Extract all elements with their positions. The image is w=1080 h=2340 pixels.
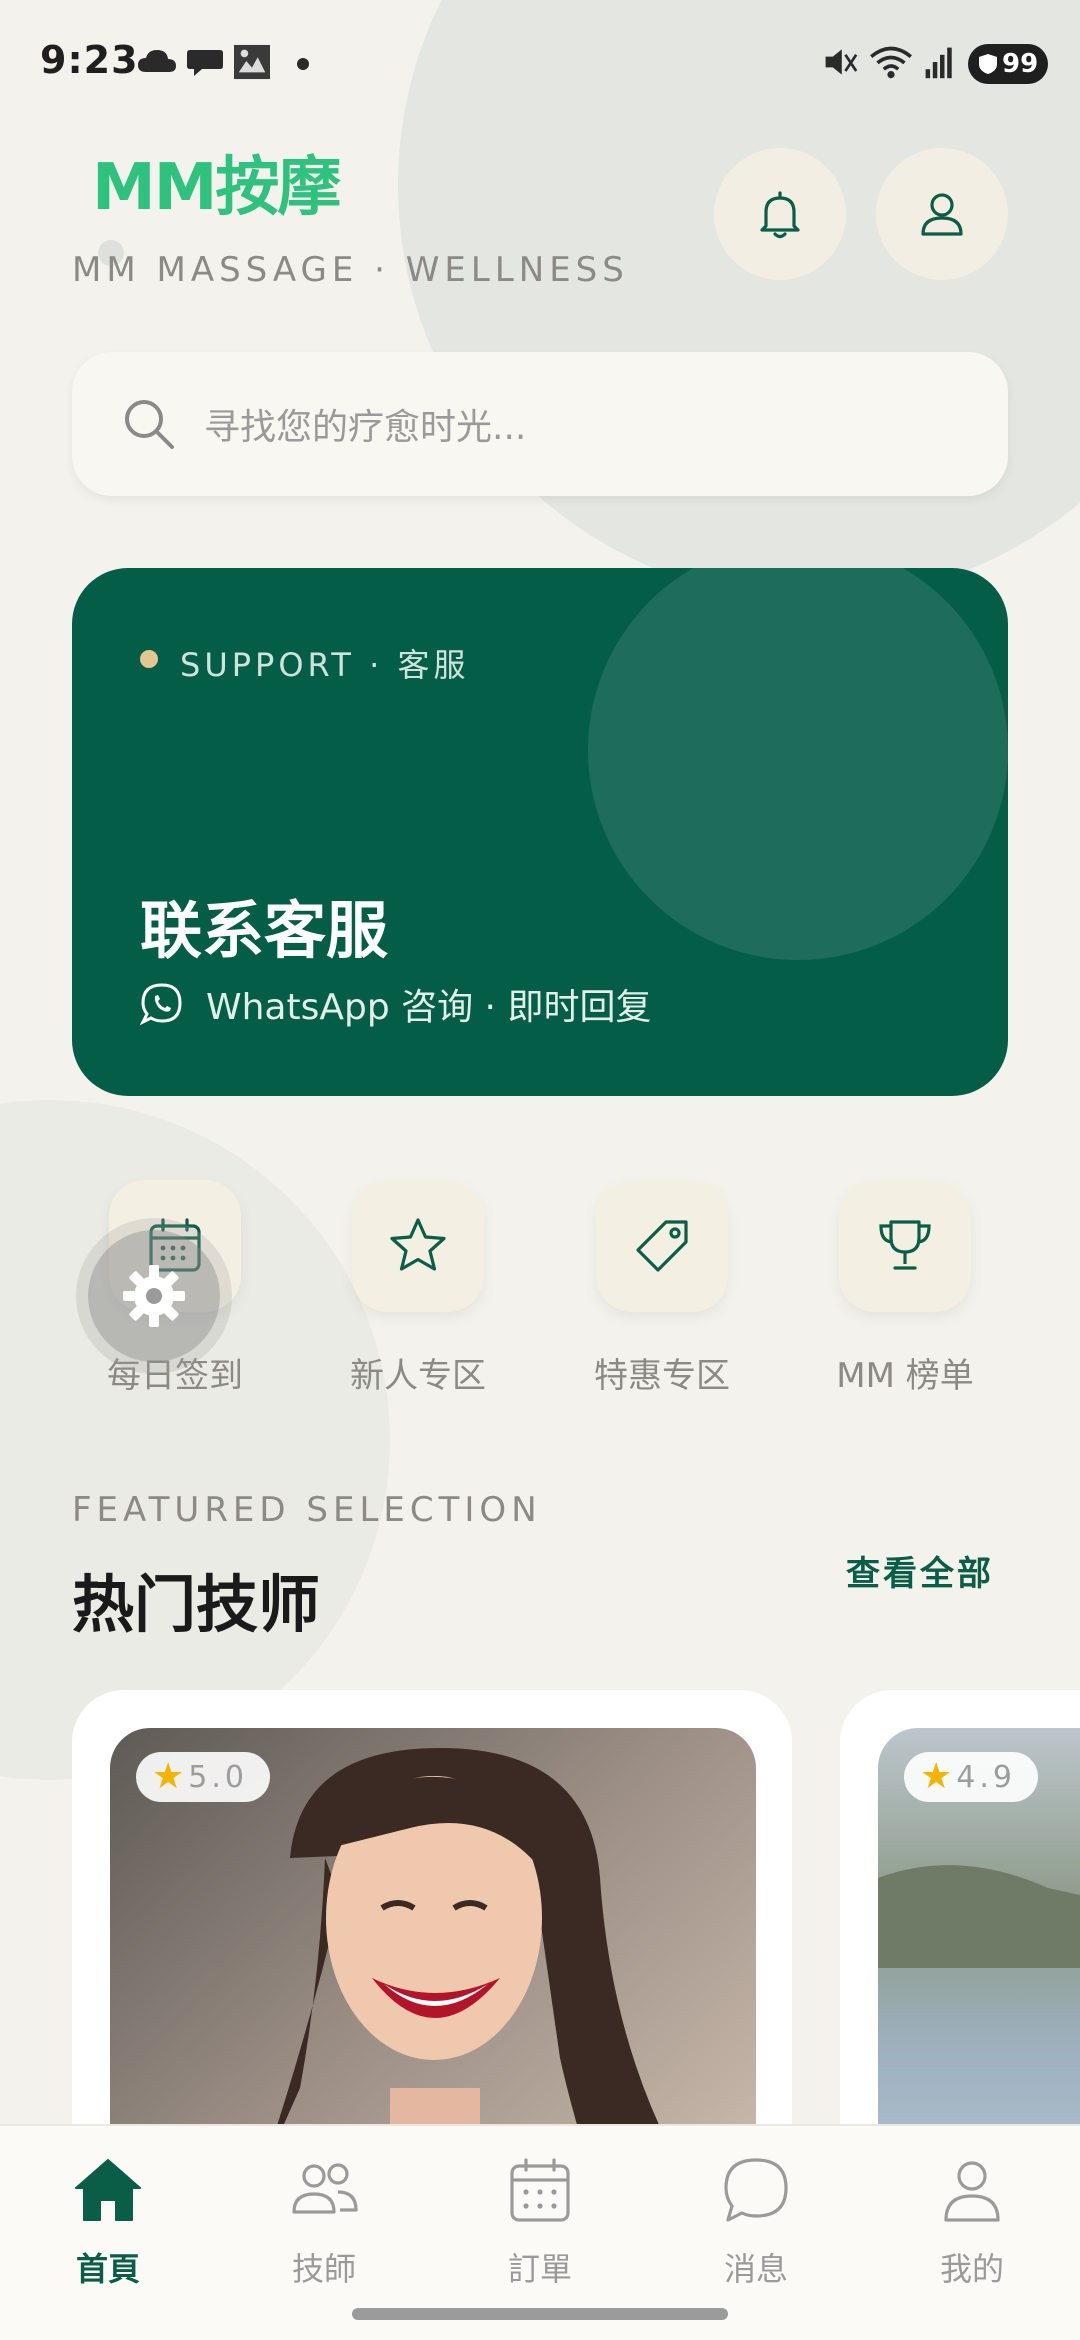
quick-action-icon-box bbox=[596, 1180, 728, 1312]
status-time: 9:23 bbox=[40, 38, 139, 82]
battery-level: 99 bbox=[1002, 49, 1039, 79]
user-icon bbox=[944, 2161, 1000, 2222]
quick-action-ranking[interactable]: MM 榜单 bbox=[830, 1180, 980, 1397]
home-indicator[interactable] bbox=[352, 2308, 728, 2320]
profile-button[interactable] bbox=[876, 148, 1008, 280]
star-icon: ★ bbox=[920, 1756, 953, 1797]
quick-action-label: 新人专区 bbox=[350, 1356, 486, 1396]
quick-action-newcomer[interactable]: 新人专区 bbox=[343, 1180, 493, 1397]
wifi-icon bbox=[870, 46, 912, 79]
user-icon bbox=[921, 193, 963, 236]
nav-label: 我的 bbox=[939, 2250, 1004, 2288]
nav-label: 技師 bbox=[291, 2250, 356, 2288]
logo-text: MM按摩 bbox=[92, 151, 341, 225]
app-logo: MM按摩 bbox=[92, 148, 341, 228]
image-notification-icon bbox=[234, 44, 270, 80]
bell-icon bbox=[760, 191, 800, 239]
calendar-icon bbox=[510, 2158, 570, 2222]
rating-value: 4.9 bbox=[956, 1759, 1016, 1795]
cloud-icon bbox=[138, 50, 176, 72]
users-icon bbox=[292, 2163, 358, 2214]
home-icon bbox=[75, 2159, 141, 2221]
support-dot bbox=[140, 650, 158, 668]
featured-title: 热门技师 bbox=[72, 1568, 321, 1641]
gear-icon bbox=[123, 1265, 185, 1327]
nav-label: 首頁 bbox=[75, 2250, 140, 2288]
rating-value: 5.0 bbox=[188, 1759, 248, 1795]
quick-action-label: 特惠专区 bbox=[594, 1356, 730, 1396]
featured-overline: FEATURED SELECTION bbox=[72, 1490, 542, 1530]
nav-orders[interactable]: 訂單 bbox=[460, 2152, 620, 2290]
status-bar: 9:23 99 bbox=[0, 0, 1080, 130]
star-icon bbox=[390, 1218, 446, 1271]
support-title: 联系客服 bbox=[140, 894, 389, 967]
nav-messages[interactable]: 消息 bbox=[676, 2152, 836, 2290]
quick-action-label: MM 榜单 bbox=[836, 1356, 974, 1396]
shield-icon bbox=[979, 54, 997, 74]
message-notification-icon bbox=[187, 50, 223, 76]
home-screen: 9:23 99 MM按摩 MM MASSAGE · WELLNESS 寻找您的疗… bbox=[0, 0, 1080, 2340]
nav-profile[interactable]: 我的 bbox=[892, 2152, 1052, 2290]
support-subtitle: WhatsApp 咨询 · 即时回复 bbox=[206, 987, 652, 1028]
notification-button[interactable] bbox=[714, 148, 846, 280]
nav-label: 訂單 bbox=[507, 2250, 572, 2288]
mute-icon bbox=[825, 49, 858, 75]
tag-icon bbox=[636, 1220, 688, 1272]
support-subtitle-row: WhatsApp 咨询 · 即时回复 bbox=[140, 978, 651, 1030]
rating-badge: ★ 4.9 bbox=[904, 1752, 1038, 1802]
whatsapp-icon bbox=[140, 983, 182, 1026]
trophy-icon bbox=[879, 1220, 931, 1270]
signal-icon bbox=[925, 47, 952, 79]
nav-therapists[interactable]: 技師 bbox=[244, 2152, 404, 2290]
rating-badge: ★ 5.0 bbox=[136, 1752, 270, 1802]
dot-icon bbox=[297, 58, 309, 70]
star-icon: ★ bbox=[152, 1756, 185, 1797]
chat-icon bbox=[724, 2158, 788, 2222]
app-tagline: MM MASSAGE · WELLNESS bbox=[72, 250, 629, 290]
support-tag: SUPPORT · 客服 bbox=[180, 646, 470, 684]
search-bar[interactable]: 寻找您的疗愈时光... bbox=[72, 352, 1008, 496]
quick-action-icon-box bbox=[352, 1180, 484, 1312]
nav-label: 消息 bbox=[723, 2250, 788, 2288]
quick-action-deals[interactable]: 特惠专区 bbox=[587, 1180, 737, 1397]
search-icon bbox=[125, 400, 174, 449]
floating-settings-button[interactable] bbox=[88, 1230, 220, 1362]
support-banner[interactable]: SUPPORT · 客服 联系客服 WhatsApp 咨询 · 即时回复 bbox=[72, 568, 1008, 1096]
quick-action-icon-box bbox=[839, 1180, 971, 1312]
battery-indicator: 99 bbox=[968, 44, 1048, 84]
view-all-link[interactable]: 查看全部 bbox=[846, 1546, 994, 1595]
nav-home[interactable]: 首頁 bbox=[28, 2152, 188, 2290]
banner-decoration bbox=[588, 568, 1008, 960]
search-input[interactable]: 寻找您的疗愈时光... bbox=[204, 398, 526, 450]
